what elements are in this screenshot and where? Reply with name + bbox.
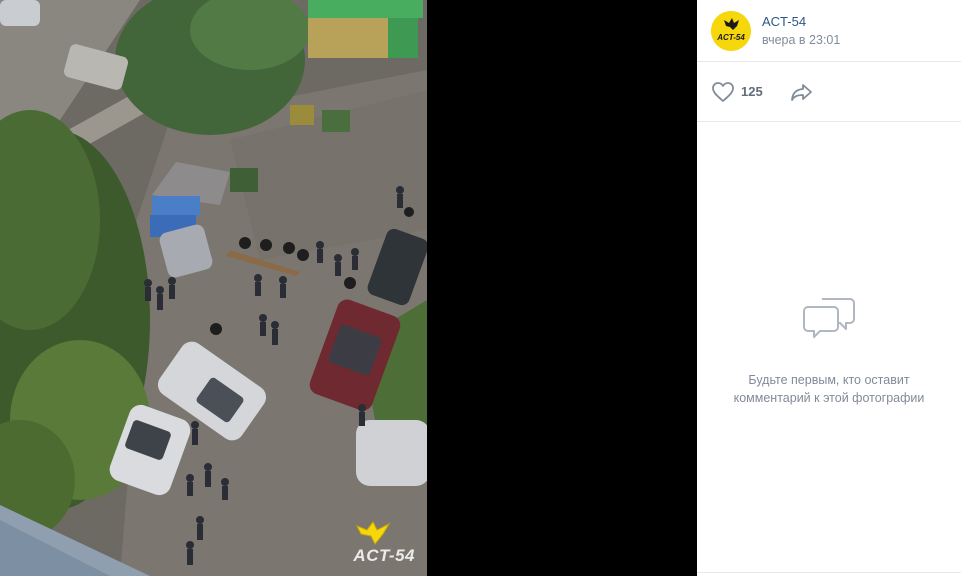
like-count: 125 — [741, 84, 763, 99]
svg-text:ACT-54: ACT-54 — [716, 33, 745, 42]
comments-empty-state: Будьте первым, кто оставит комментарий к… — [697, 122, 961, 572]
sidebar-bottom-divider — [697, 572, 961, 576]
wolf-logo-icon — [356, 521, 391, 545]
photo[interactable]: ACT-54 — [0, 0, 427, 576]
author-name[interactable]: ACT-54 — [762, 13, 840, 30]
act54-logo-icon: ACT-54 — [711, 10, 751, 51]
actions-bar: 125 — [697, 62, 961, 122]
author-header: ACT-54 ACT-54 вчера в 23:01 — [697, 0, 961, 62]
photo-viewer: ACT-54 ACT-54 ACT-54 вчера в 23:01 125 Б… — [0, 0, 961, 576]
like-button[interactable]: 125 — [711, 81, 763, 103]
post-time[interactable]: вчера в 23:01 — [762, 32, 840, 49]
heart-icon — [712, 81, 734, 102]
watermark-text: ACT-54 — [353, 546, 415, 565]
empty-text-line-2: комментарий к этой фотографии — [733, 391, 925, 405]
share-button[interactable] — [789, 81, 815, 103]
photo-area[interactable]: ACT-54 — [0, 0, 697, 576]
empty-comments-text: Будьте первым, кто оставит комментарий к… — [734, 371, 925, 407]
watermark: ACT-54 — [353, 520, 415, 566]
speech-bubbles-icon — [803, 298, 855, 338]
author-info: ACT-54 вчера в 23:01 — [762, 13, 840, 49]
avatar[interactable]: ACT-54 — [711, 10, 751, 51]
share-arrow-icon — [790, 83, 812, 101]
courtyard-photo — [0, 0, 427, 576]
empty-text-line-1: Будьте первым, кто оставит — [748, 373, 910, 387]
sidebar: ACT-54 ACT-54 вчера в 23:01 125 Будьте п… — [697, 0, 961, 576]
